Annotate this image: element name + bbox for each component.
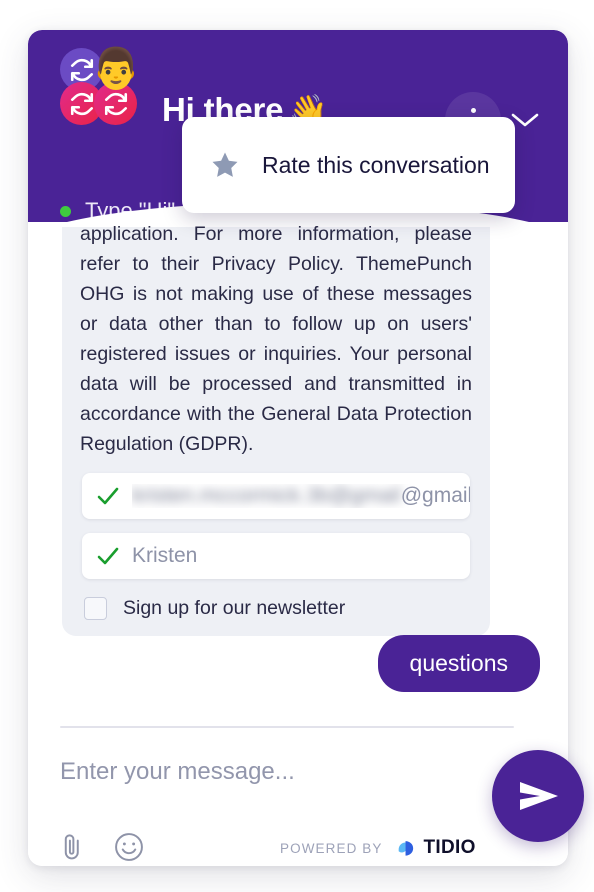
sync-icon	[103, 91, 129, 117]
conversation-body: application. For more information, pleas…	[28, 222, 568, 712]
menu-item-rate-conversation[interactable]: Rate this conversation	[182, 117, 515, 213]
newsletter-label: Sign up for our newsletter	[123, 597, 346, 619]
bot-message-bubble: application. For more information, pleas…	[62, 223, 490, 636]
smiley-icon[interactable]	[114, 832, 144, 862]
name-field[interactable]: Kristen	[82, 533, 470, 579]
name-field-value: Kristen	[132, 544, 198, 567]
newsletter-checkbox-row[interactable]: Sign up for our newsletter	[84, 597, 470, 626]
email-field-value: kristen.mccormick.3b@gmail@gmail.co	[132, 484, 470, 508]
message-input[interactable]: Enter your message...	[60, 758, 295, 786]
tidio-wordmark: TIDIO	[423, 837, 476, 858]
powered-by-tidio: POWERED BY TIDIO	[280, 837, 476, 859]
agent-avatar-cluster: 👨	[60, 47, 141, 126]
status-badge	[60, 205, 71, 217]
composer-divider	[60, 726, 514, 728]
email-field[interactable]: kristen.mccormick.3b@gmail@gmail.co	[82, 473, 470, 519]
composer-actions	[60, 832, 144, 862]
send-icon	[516, 776, 560, 816]
powered-by-label: POWERED BY	[280, 840, 383, 856]
check-icon	[96, 484, 120, 508]
email-visible-part: @gmail.co	[400, 484, 470, 507]
paperclip-icon[interactable]	[60, 832, 84, 862]
dot	[470, 107, 476, 113]
conversation-menu: Rate this conversation	[182, 117, 515, 213]
star-icon	[210, 150, 240, 180]
tidio-logo: TIDIO	[395, 837, 476, 859]
message-composer: Enter your message... POWERED BY TIDIO	[28, 712, 568, 866]
tidio-mark-icon	[395, 837, 417, 859]
newsletter-checkbox[interactable]	[84, 597, 107, 620]
avatar-person-icon: 👨	[91, 47, 141, 91]
sync-icon	[69, 91, 95, 117]
email-redacted-part: kristen.mccormick.3b@gmail	[132, 484, 401, 507]
menu-item-label: Rate this conversation	[262, 151, 490, 178]
user-message-bubble: questions	[377, 635, 540, 692]
chat-widget: 👨 Hi there 👋 Type "Hi" Rate this convers…	[28, 30, 568, 866]
check-icon	[96, 544, 120, 568]
bot-message-text: application. For more information, pleas…	[80, 223, 472, 455]
send-button[interactable]	[492, 750, 584, 842]
